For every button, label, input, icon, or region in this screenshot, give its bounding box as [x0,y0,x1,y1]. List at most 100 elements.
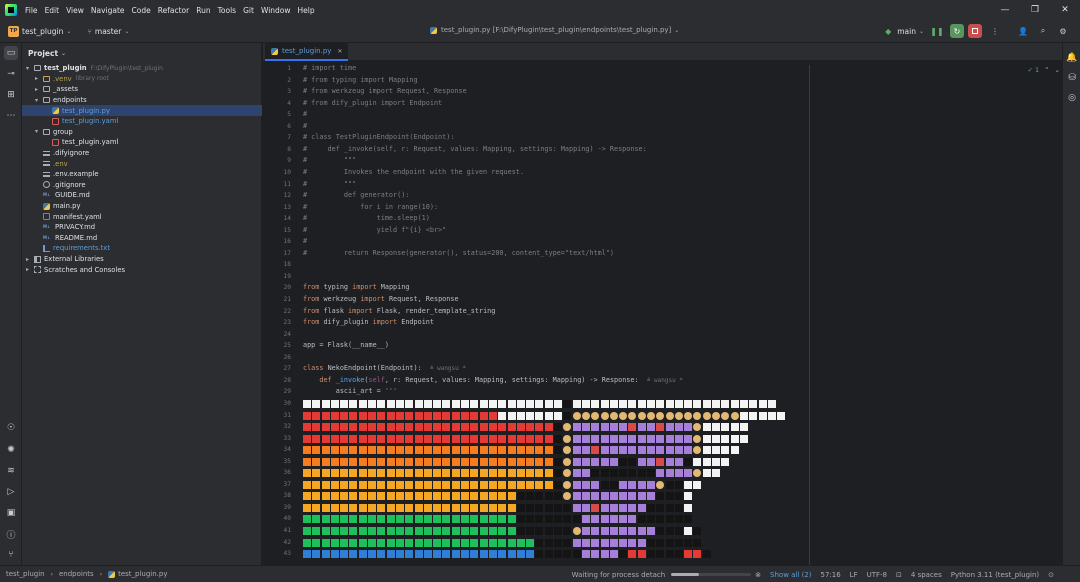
tree-item[interactable]: test_plugin.py [22,105,262,116]
tree-item[interactable]: .env [22,158,262,169]
ascii-emoji-cell [312,515,321,524]
breadcrumb-item[interactable]: test_plugin.py [108,570,168,578]
ascii-emoji-cell [368,538,377,547]
tree-item[interactable]: .env.example [22,169,262,180]
menu-code[interactable]: Code [132,6,151,15]
ascii-emoji-cell [656,538,665,547]
python-interpreter[interactable]: Python 3.11 (test_plugin) [951,571,1039,579]
tree-item[interactable]: ▸ _assets [22,84,262,95]
tree-item[interactable]: M↓ GUIDE.md [22,190,262,201]
maximize-icon[interactable]: ❐ [1020,0,1050,20]
collapse-arrow-icon[interactable]: ▸ [26,256,34,263]
ai-assistant-icon[interactable]: ◎ [1065,91,1079,105]
ascii-emoji-cell [730,423,739,432]
tree-item[interactable]: ▸ Scratches and Consoles [22,264,262,275]
line-separator[interactable]: LF [850,571,858,579]
run-tool-icon[interactable]: ▷ [4,485,18,499]
expand-arrow-icon[interactable]: ▾ [35,128,43,135]
database-icon[interactable]: ⛁ [1065,71,1079,85]
tree-item[interactable]: test_plugin.yaml [22,116,262,127]
tree-item[interactable]: manifest.yaml [22,211,262,222]
ascii-emoji-cell [600,515,609,524]
ascii-emoji-cell [498,423,507,432]
menu-window[interactable]: Window [261,6,291,15]
code-token: typing [323,283,353,292]
git-tool-icon[interactable]: ⑂ [4,548,18,562]
ascii-emoji-cell [368,399,377,408]
ascii-emoji-cell [461,457,470,466]
stop-button[interactable] [968,24,982,38]
problems-tool-icon[interactable]: ⓘ [4,527,18,541]
file-encoding[interactable]: UTF-8 [867,571,887,579]
pycharm-logo-icon[interactable] [5,4,17,16]
ascii-emoji-cell [498,527,507,535]
menu-git[interactable]: Git [243,6,254,15]
ascii-emoji-cell [386,446,395,455]
rerun-button[interactable]: ↻ [950,24,964,38]
structure-tool-icon[interactable]: ⊞ [4,88,18,102]
ascii-emoji-cell [637,550,646,559]
build-icon[interactable]: ❚❚ [930,24,944,38]
ascii-emoji-cell [581,492,590,501]
terminal-tool-icon[interactable]: ▣ [4,506,18,520]
debug-tool-icon[interactable]: ✺ [4,443,18,457]
cancel-process-icon[interactable]: ⊗ [755,571,761,579]
read-only-icon[interactable]: ⊙ [1048,571,1054,579]
commit-tool-icon[interactable]: ⊸ [4,67,18,81]
close-tab-icon[interactable]: ✕ [337,48,342,55]
vcs-branch-widget[interactable]: ⑂ master ⌄ [87,27,129,36]
minimize-icon[interactable]: — [990,0,1020,20]
menu-help[interactable]: Help [298,6,315,15]
ascii-emoji-cell [609,503,618,512]
menu-run[interactable]: Run [196,6,210,15]
menu-file[interactable]: File [25,6,38,15]
more-tools-icon[interactable]: ⋯ [4,109,18,123]
project-widget[interactable]: TP test_plugin ⌄ [8,25,71,37]
menu-navigate[interactable]: Navigate [91,6,125,15]
project-panel-header[interactable]: Project ⌄ [22,43,261,63]
expand-arrow-icon[interactable]: ▾ [35,97,43,104]
tree-item[interactable]: .gitignore [22,180,262,191]
chevron-down-icon[interactable]: ⌄ [919,28,924,35]
close-icon[interactable]: ✕ [1050,0,1080,20]
collapse-arrow-icon[interactable]: ▸ [35,86,43,93]
tree-item[interactable]: test_plugin.yaml [22,137,262,148]
tree-item[interactable]: ▾ endpoints [22,95,262,106]
menu-refactor[interactable]: Refactor [158,6,189,15]
breadcrumb-item[interactable]: test_plugin [6,570,45,578]
tree-item[interactable]: requirements.txt [22,243,262,254]
menu-tools[interactable]: Tools [218,6,236,15]
collapse-arrow-icon[interactable]: ▸ [26,266,34,273]
inspections-widget[interactable]: ✓ 1 ⌃ ⌄ [1027,66,1060,74]
tree-item[interactable]: M↓ README.md [22,233,262,244]
caret-position[interactable]: 57:16 [820,571,840,579]
search-icon[interactable]: ⌕ [1036,24,1050,38]
code-with-me-icon[interactable]: 👤 [1016,24,1030,38]
menu-edit[interactable]: Edit [45,6,60,15]
services-tool-icon[interactable]: ≋ [4,464,18,478]
more-actions-icon[interactable]: ⋮ [988,24,1002,38]
expand-arrow-icon[interactable]: ▾ [26,65,34,72]
python-packages-icon[interactable]: ☉ [4,421,18,435]
run-config-name[interactable]: main [897,27,916,36]
tree-item[interactable]: ▸ .venv library root [22,74,262,85]
tree-item[interactable]: ▾ test_plugin F:\DifyPlugin\test_plugin [22,63,262,74]
indent-settings[interactable]: 4 spaces [911,571,942,579]
chevron-down-icon[interactable]: ⌄ [1055,66,1060,74]
show-all-processes-link[interactable]: Show all (2) [770,571,811,579]
tree-item[interactable]: ▸ External Libraries [22,254,262,265]
menu-view[interactable]: View [66,6,84,15]
tab-test-plugin-py[interactable]: test_plugin.py ✕ [265,43,349,61]
chevron-up-icon[interactable]: ⌃ [1044,66,1049,74]
lock-icon[interactable]: ⊡ [896,571,902,579]
settings-icon[interactable]: ⚙ [1056,24,1070,38]
tree-item[interactable]: ▾ group [22,127,262,138]
tree-item[interactable]: main.py [22,201,262,212]
project-tool-icon[interactable]: ▭ [4,46,18,60]
tree-item[interactable]: M↓ PRIVACY.md [22,222,262,233]
file-path-title[interactable]: test_plugin.py [F:\DifyPlugin\test_plugi… [430,26,679,34]
notifications-icon[interactable]: 🔔 [1065,51,1079,65]
tree-item[interactable]: .difyignore [22,148,262,159]
breadcrumb-item[interactable]: endpoints [59,570,94,578]
collapse-arrow-icon[interactable]: ▸ [35,75,43,82]
